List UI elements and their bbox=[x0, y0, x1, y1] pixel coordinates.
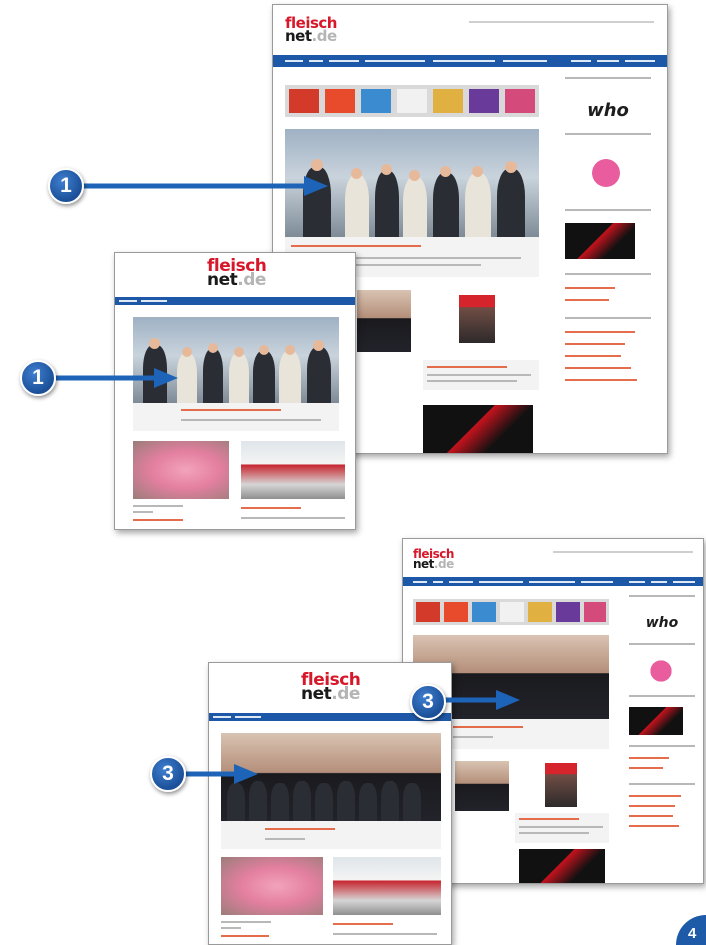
logo-tld: .de bbox=[311, 26, 338, 45]
sidebar-pink-badge[interactable] bbox=[575, 149, 637, 189]
callout-badge-1b: 1 bbox=[20, 360, 56, 396]
hero-caption bbox=[133, 403, 339, 431]
callout-arrow-3a bbox=[444, 690, 520, 710]
logo-line-net: net bbox=[207, 270, 238, 291]
logo-line-net: net bbox=[301, 684, 332, 705]
magazine-strip bbox=[285, 85, 539, 117]
page-marker-number: 4 bbox=[688, 925, 697, 942]
figure-canvas: fleisch net.de who fleisch net.de 1 1 fl… bbox=[0, 0, 706, 945]
callout-arrow-1b bbox=[54, 368, 178, 388]
site-logo: fleisch net.de bbox=[285, 16, 338, 45]
site-logo: fleisch net.de bbox=[413, 548, 454, 572]
logo-tld: .de bbox=[433, 557, 454, 572]
sidebar-whoiswho-logo[interactable]: who bbox=[629, 611, 695, 635]
teaser-photo-left[interactable] bbox=[357, 290, 411, 352]
banner-ad-bottom[interactable] bbox=[423, 405, 533, 453]
callout-badge-3b: 3 bbox=[150, 756, 186, 792]
teaser-photo-pig[interactable] bbox=[133, 441, 229, 499]
teaser-photo-pig[interactable] bbox=[221, 857, 323, 915]
mobile-navigation[interactable] bbox=[115, 297, 355, 305]
header-meta-text bbox=[469, 21, 654, 23]
teaser-photo-truck[interactable] bbox=[241, 441, 345, 499]
magazine-strip bbox=[413, 599, 609, 625]
logo-line-net: net bbox=[413, 557, 434, 572]
logo-tld: .de bbox=[331, 684, 360, 705]
callout-badge-1a: 1 bbox=[48, 168, 84, 204]
callout-arrow-3b bbox=[184, 764, 258, 784]
callout-arrow-1a bbox=[82, 176, 328, 196]
logo-tld: .de bbox=[237, 270, 266, 291]
site-logo: fleisch net.de bbox=[207, 257, 267, 291]
sidebar-whoiswho-logo[interactable]: who bbox=[565, 95, 651, 125]
main-navigation[interactable] bbox=[273, 55, 667, 67]
callout-badge-3a: 3 bbox=[410, 684, 446, 720]
page-corner-marker: 4 bbox=[676, 915, 706, 945]
main-navigation[interactable] bbox=[403, 577, 703, 586]
logo-line-net: net bbox=[285, 26, 312, 45]
teaser-magazine-cover[interactable] bbox=[459, 295, 495, 343]
teaser-photo-truck[interactable] bbox=[333, 857, 441, 915]
sidebar-banner-ad[interactable] bbox=[565, 223, 635, 259]
site-logo: fleisch net.de bbox=[301, 671, 361, 705]
